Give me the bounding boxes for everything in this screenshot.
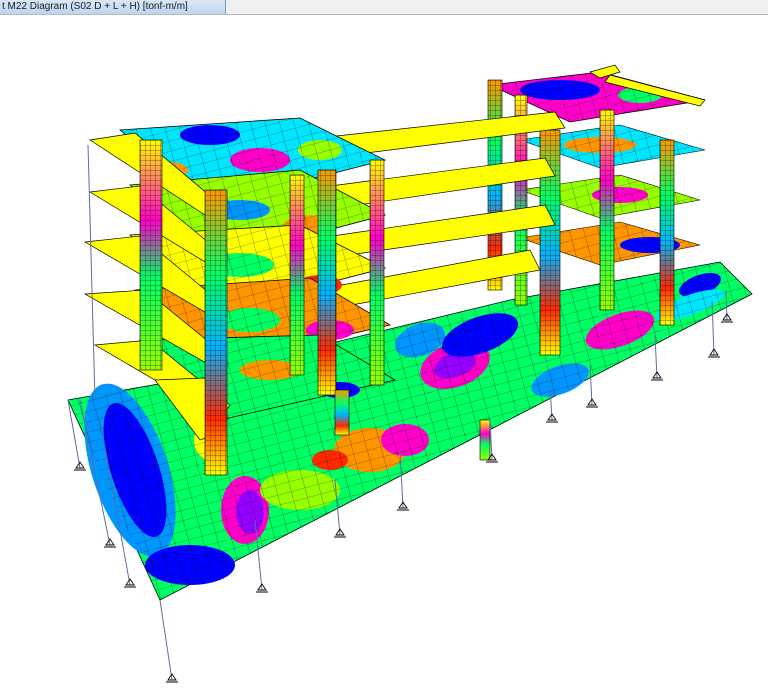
window-title[interactable]: t M22 Diagram (S02 D + L + H) [tonf-m/m]: [0, 0, 226, 14]
window-titlebar: t M22 Diagram (S02 D + L + H) [tonf-m/m]: [0, 0, 768, 15]
structure-3d-view[interactable]: [0, 15, 768, 693]
model-viewport[interactable]: [0, 15, 768, 693]
